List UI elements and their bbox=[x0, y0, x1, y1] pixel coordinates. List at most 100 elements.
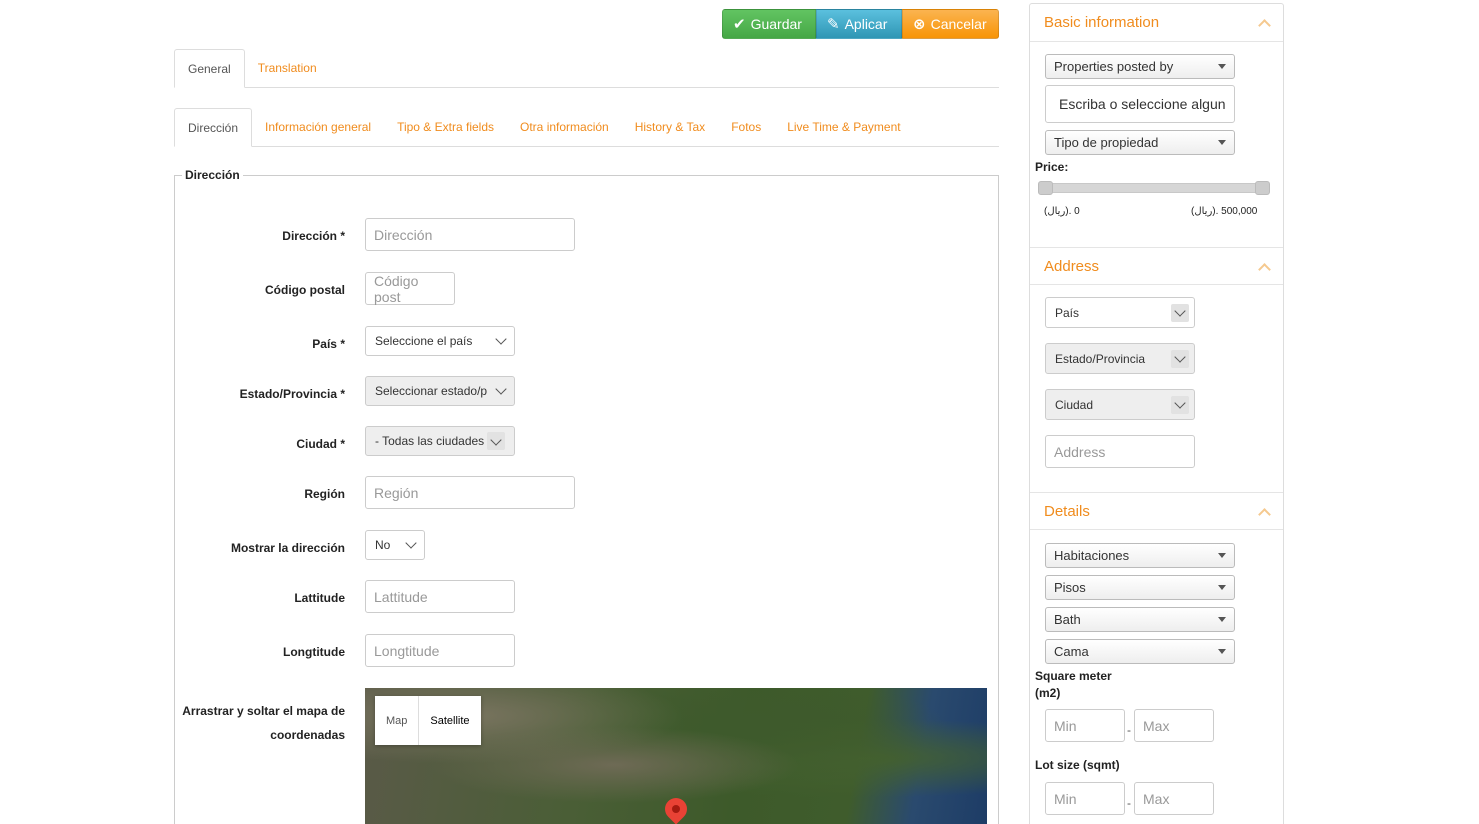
dropdown-arrow-icon bbox=[1218, 140, 1226, 145]
chevron-down-icon bbox=[1171, 303, 1189, 322]
map-label-line1: Arrastrar y soltar el mapa de bbox=[182, 704, 345, 718]
price-min-value: (ريال). 0 bbox=[1044, 206, 1080, 217]
postal-code-input[interactable]: Código post bbox=[365, 272, 455, 305]
toolbar: ✔ Guardar ✎ Aplicar ⊗ Cancelar bbox=[722, 9, 999, 39]
tab-tipo-extra-fields[interactable]: Tipo & Extra fields bbox=[384, 108, 507, 146]
edit-icon: ✎ bbox=[827, 15, 840, 33]
longitude-input[interactable]: Longtitude bbox=[365, 634, 515, 667]
city-select[interactable]: - Todas las ciudades bbox=[365, 426, 515, 456]
state-select[interactable]: Seleccionar estado/p bbox=[365, 376, 515, 406]
square-meter-line2: (m2) bbox=[1035, 686, 1061, 700]
square-meter-label: Square meter (m2) bbox=[1035, 668, 1112, 702]
show-address-select[interactable]: No bbox=[365, 530, 425, 560]
address-input[interactable]: Dirección bbox=[365, 218, 575, 251]
longitude-label: Longtitude bbox=[283, 645, 345, 659]
rooms-select[interactable]: Habitaciones bbox=[1045, 543, 1235, 568]
country-label: País * bbox=[312, 337, 345, 351]
bath-select[interactable]: Bath bbox=[1045, 607, 1235, 632]
property-type-value: Tipo de propiedad bbox=[1054, 135, 1159, 150]
country-select[interactable]: Seleccione el país bbox=[365, 326, 515, 356]
latitude-input[interactable]: Lattitude bbox=[365, 580, 515, 613]
lot-range-dash: - bbox=[1127, 796, 1131, 810]
sidebar-state-value: Estado/Provincia bbox=[1055, 351, 1146, 366]
details-title: Details bbox=[1044, 502, 1090, 520]
lot-size-label: Lot size (sqmt) bbox=[1035, 758, 1120, 772]
city-select-value: - Todas las ciudades bbox=[375, 434, 485, 448]
state-select-value: Seleccionar estado/p bbox=[375, 384, 488, 398]
collapse-up-icon[interactable] bbox=[1258, 262, 1271, 276]
region-input[interactable]: Región bbox=[365, 476, 575, 509]
tab-translation[interactable]: Translation bbox=[245, 49, 330, 87]
price-label: Price: bbox=[1035, 160, 1069, 174]
postal-label: Código postal bbox=[265, 283, 345, 297]
map-label: Arrastrar y soltar el mapa de coordenada… bbox=[180, 699, 345, 747]
bed-select[interactable]: Cama bbox=[1045, 639, 1235, 664]
apply-button[interactable]: ✎ Aplicar bbox=[816, 9, 902, 39]
save-button[interactable]: ✔ Guardar bbox=[722, 9, 816, 39]
rooms-value: Habitaciones bbox=[1054, 548, 1130, 563]
tab-history-tax[interactable]: History & Tax bbox=[622, 108, 718, 146]
chevron-down-icon bbox=[1171, 349, 1189, 368]
tab-otra-informacion[interactable]: Otra información bbox=[507, 108, 622, 146]
lot-max-input[interactable]: Max bbox=[1134, 782, 1214, 815]
map-type-control: Map Satellite bbox=[375, 696, 481, 745]
chevron-down-icon bbox=[405, 537, 417, 549]
details-header[interactable]: Details bbox=[1030, 492, 1283, 530]
cancel-button[interactable]: ⊗ Cancelar bbox=[902, 9, 999, 39]
sqm-max-input[interactable]: Max bbox=[1134, 709, 1214, 742]
sidebar-city-select[interactable]: Ciudad bbox=[1045, 389, 1195, 420]
sidebar-country-select[interactable]: País bbox=[1045, 297, 1195, 328]
tab-informacion-general[interactable]: Información general bbox=[252, 108, 384, 146]
map-label-line2: coordenadas bbox=[270, 728, 345, 742]
sidebar-city-value: Ciudad bbox=[1055, 397, 1094, 412]
address-header[interactable]: Address bbox=[1030, 247, 1283, 285]
basic-info-header[interactable]: Basic information bbox=[1030, 4, 1283, 42]
save-label: Guardar bbox=[750, 16, 802, 32]
collapse-up-icon[interactable] bbox=[1258, 507, 1271, 521]
keyword-search-input[interactable]: Escriba o seleccione algun bbox=[1045, 85, 1235, 123]
posted-by-select[interactable]: Properties posted by bbox=[1045, 54, 1235, 79]
show-address-value: No bbox=[375, 538, 391, 552]
chevron-down-icon bbox=[487, 432, 505, 450]
tab-direccion[interactable]: Dirección bbox=[174, 108, 253, 147]
price-max-handle[interactable] bbox=[1255, 181, 1270, 195]
map-type-satellite-button[interactable]: Satellite bbox=[418, 696, 480, 745]
country-select-value: Seleccione el país bbox=[375, 334, 473, 348]
tab-fotos[interactable]: Fotos bbox=[718, 108, 774, 146]
map-type-map-button[interactable]: Map bbox=[375, 696, 418, 745]
check-icon: ✔ bbox=[733, 15, 746, 33]
chevron-down-icon bbox=[495, 383, 507, 395]
sidebar-address-input[interactable]: Address bbox=[1045, 435, 1195, 468]
price-slider[interactable] bbox=[1039, 183, 1269, 193]
bed-value: Cama bbox=[1054, 644, 1089, 659]
chevron-down-icon bbox=[495, 333, 507, 345]
cancel-label: Cancelar bbox=[930, 16, 987, 32]
city-label: Ciudad * bbox=[296, 437, 345, 451]
sqm-range-dash: - bbox=[1127, 723, 1131, 737]
floors-value: Pisos bbox=[1054, 580, 1086, 595]
property-type-select[interactable]: Tipo de propiedad bbox=[1045, 130, 1235, 155]
tab-general[interactable]: General bbox=[174, 49, 245, 88]
dropdown-arrow-icon bbox=[1218, 617, 1226, 622]
fieldset-legend: Dirección bbox=[182, 168, 243, 182]
top-tabs: General Translation bbox=[174, 49, 999, 88]
sub-tabs: Dirección Información general Tipo & Ext… bbox=[174, 108, 999, 147]
bath-value: Bath bbox=[1054, 612, 1081, 627]
floors-select[interactable]: Pisos bbox=[1045, 575, 1235, 600]
address-title: Address bbox=[1044, 257, 1100, 275]
dropdown-arrow-icon bbox=[1218, 553, 1226, 558]
lot-min-input[interactable]: Min bbox=[1045, 782, 1125, 815]
sqm-min-input[interactable]: Min bbox=[1045, 709, 1125, 742]
dropdown-arrow-icon bbox=[1218, 585, 1226, 590]
dropdown-arrow-icon bbox=[1218, 64, 1226, 69]
price-min-handle[interactable] bbox=[1038, 181, 1053, 195]
tab-live-time-payment[interactable]: Live Time & Payment bbox=[774, 108, 913, 146]
collapse-up-icon[interactable] bbox=[1258, 19, 1271, 32]
address-label: Dirección * bbox=[282, 229, 345, 243]
state-label: Estado/Provincia * bbox=[239, 387, 345, 401]
sidebar-state-select[interactable]: Estado/Provincia bbox=[1045, 343, 1195, 374]
map-pin-icon[interactable] bbox=[660, 793, 692, 824]
dropdown-arrow-icon bbox=[1218, 649, 1226, 654]
coordinates-map[interactable]: Map Satellite bbox=[365, 688, 987, 824]
square-meter-line1: Square meter bbox=[1035, 669, 1112, 683]
